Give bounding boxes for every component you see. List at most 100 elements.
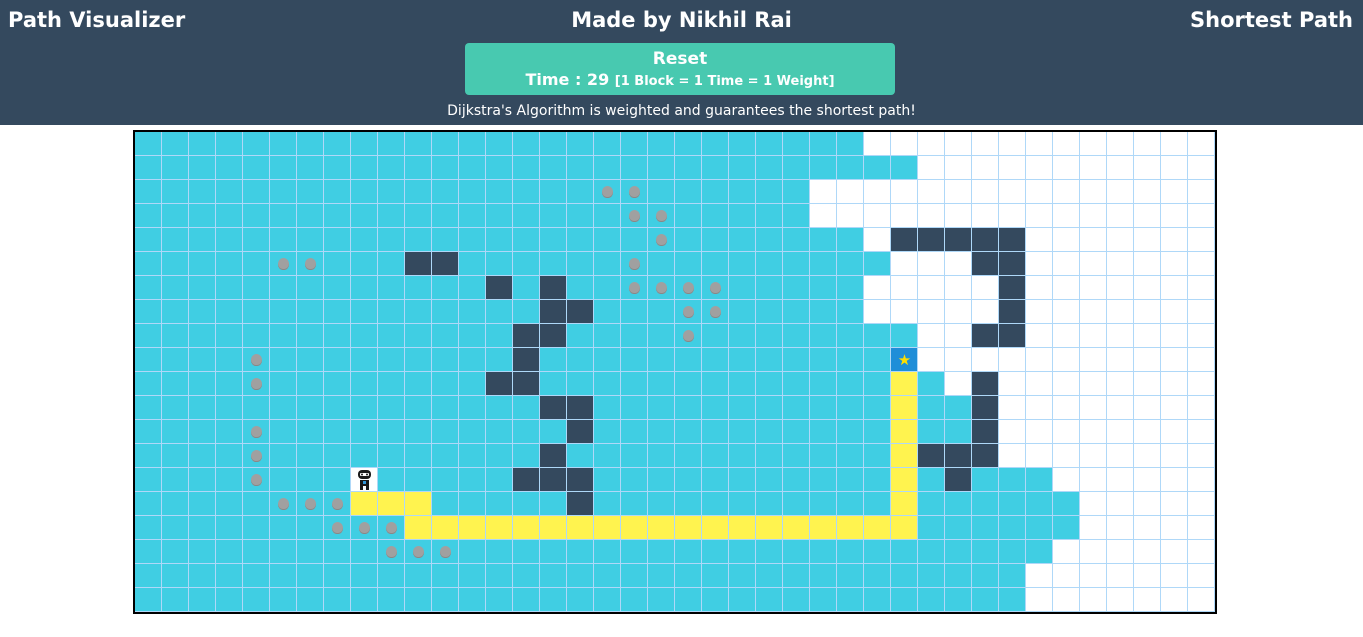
visited-cell[interactable] xyxy=(621,540,648,564)
wall-cell[interactable] xyxy=(972,396,999,420)
grid-cell[interactable] xyxy=(1053,396,1080,420)
visited-cell[interactable] xyxy=(918,420,945,444)
grid-cell[interactable] xyxy=(1053,324,1080,348)
visited-cell[interactable] xyxy=(1026,492,1053,516)
grid-cell[interactable] xyxy=(891,204,918,228)
grid-cell[interactable] xyxy=(1107,396,1134,420)
grid-cell[interactable] xyxy=(1188,228,1215,252)
path-cell[interactable] xyxy=(891,444,918,468)
visited-cell[interactable] xyxy=(432,420,459,444)
visited-cell[interactable] xyxy=(999,516,1026,540)
grid-cell[interactable] xyxy=(999,132,1026,156)
visited-cell[interactable] xyxy=(270,300,297,324)
grid-cell[interactable] xyxy=(1161,372,1188,396)
visited-cell[interactable] xyxy=(756,180,783,204)
grid-cell[interactable] xyxy=(1134,204,1161,228)
visited-cell[interactable] xyxy=(189,564,216,588)
grid-cell[interactable] xyxy=(1134,420,1161,444)
visited-cell[interactable] xyxy=(810,540,837,564)
visited-cell[interactable] xyxy=(729,324,756,348)
grid-cell[interactable] xyxy=(1026,300,1053,324)
grid-cell[interactable] xyxy=(810,204,837,228)
grid-cell[interactable] xyxy=(1053,276,1080,300)
visited-cell[interactable] xyxy=(297,204,324,228)
visited-cell[interactable] xyxy=(243,540,270,564)
visited-cell[interactable] xyxy=(216,204,243,228)
visited-cell[interactable] xyxy=(405,468,432,492)
visited-cell[interactable] xyxy=(189,228,216,252)
visited-cell[interactable] xyxy=(864,420,891,444)
wall-cell[interactable] xyxy=(972,444,999,468)
visited-cell[interactable] xyxy=(675,468,702,492)
grid-cell[interactable] xyxy=(1026,396,1053,420)
visited-cell[interactable] xyxy=(378,396,405,420)
visited-cell[interactable] xyxy=(432,132,459,156)
visited-cell[interactable] xyxy=(432,276,459,300)
grid-cell[interactable] xyxy=(1080,588,1107,612)
visited-cell[interactable] xyxy=(810,372,837,396)
visited-cell[interactable] xyxy=(621,444,648,468)
visited-cell[interactable] xyxy=(837,300,864,324)
wall-cell[interactable] xyxy=(945,444,972,468)
visited-cell[interactable] xyxy=(162,204,189,228)
grid-cell[interactable] xyxy=(972,300,999,324)
visited-cell[interactable] xyxy=(702,204,729,228)
visited-cell[interactable] xyxy=(648,180,675,204)
grid-cell[interactable] xyxy=(1134,180,1161,204)
visited-cell[interactable] xyxy=(918,516,945,540)
visited-cell[interactable] xyxy=(810,156,837,180)
path-cell[interactable] xyxy=(891,516,918,540)
grid-cell[interactable] xyxy=(972,348,999,372)
visited-cell[interactable] xyxy=(675,348,702,372)
visited-cell[interactable] xyxy=(405,132,432,156)
grid-cell[interactable] xyxy=(1107,132,1134,156)
visited-cell[interactable] xyxy=(783,396,810,420)
visited-cell[interactable] xyxy=(837,468,864,492)
visited-cell[interactable] xyxy=(513,132,540,156)
grid-cell[interactable] xyxy=(972,204,999,228)
visited-cell[interactable] xyxy=(243,252,270,276)
visited-cell[interactable] xyxy=(945,420,972,444)
visited-cell[interactable] xyxy=(567,540,594,564)
visited-cell[interactable] xyxy=(459,180,486,204)
visited-cell[interactable] xyxy=(135,396,162,420)
path-cell[interactable] xyxy=(891,468,918,492)
visited-cell[interactable] xyxy=(567,372,594,396)
grid-cell[interactable] xyxy=(1134,132,1161,156)
visited-cell[interactable] xyxy=(864,396,891,420)
visited-cell[interactable] xyxy=(243,372,270,396)
visited-cell[interactable] xyxy=(648,276,675,300)
visited-cell[interactable] xyxy=(459,396,486,420)
grid-cell[interactable] xyxy=(1053,180,1080,204)
visited-cell[interactable] xyxy=(378,180,405,204)
visited-cell[interactable] xyxy=(297,468,324,492)
visited-cell[interactable] xyxy=(351,540,378,564)
visited-cell[interactable] xyxy=(756,468,783,492)
grid-cell[interactable] xyxy=(1080,252,1107,276)
grid-cell[interactable] xyxy=(1026,444,1053,468)
visited-cell[interactable] xyxy=(162,348,189,372)
visited-cell[interactable] xyxy=(297,372,324,396)
visited-cell[interactable] xyxy=(675,540,702,564)
visited-cell[interactable] xyxy=(432,588,459,612)
grid-cell[interactable] xyxy=(1080,300,1107,324)
visited-cell[interactable] xyxy=(621,228,648,252)
visited-cell[interactable] xyxy=(945,540,972,564)
visited-cell[interactable] xyxy=(432,540,459,564)
visited-cell[interactable] xyxy=(513,540,540,564)
visited-cell[interactable] xyxy=(810,588,837,612)
visited-cell[interactable] xyxy=(918,492,945,516)
path-cell[interactable] xyxy=(783,516,810,540)
visited-cell[interactable] xyxy=(729,396,756,420)
visited-cell[interactable] xyxy=(324,492,351,516)
visited-cell[interactable] xyxy=(729,564,756,588)
grid-cell[interactable] xyxy=(1188,300,1215,324)
visited-cell[interactable] xyxy=(243,132,270,156)
visited-cell[interactable] xyxy=(756,300,783,324)
visited-cell[interactable] xyxy=(162,516,189,540)
visited-cell[interactable] xyxy=(243,444,270,468)
grid-cell[interactable] xyxy=(1188,204,1215,228)
grid-cell[interactable] xyxy=(999,156,1026,180)
visited-cell[interactable] xyxy=(621,276,648,300)
path-cell[interactable] xyxy=(486,516,513,540)
